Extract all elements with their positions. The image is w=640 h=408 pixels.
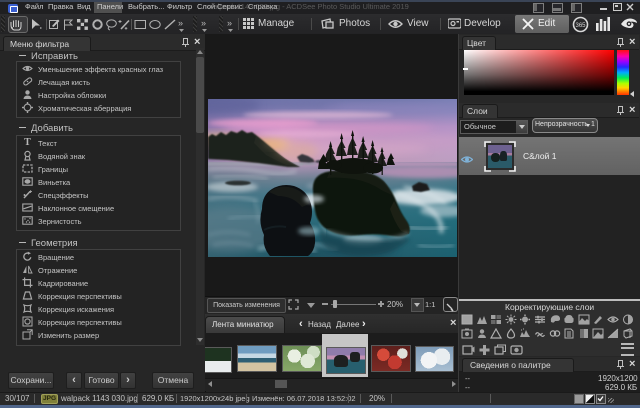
svg-text:»: » <box>227 18 232 28</box>
svg-text:365: 365 <box>575 23 586 29</box>
svg-text:»: » <box>178 18 183 28</box>
svg-text:»: » <box>201 18 206 28</box>
